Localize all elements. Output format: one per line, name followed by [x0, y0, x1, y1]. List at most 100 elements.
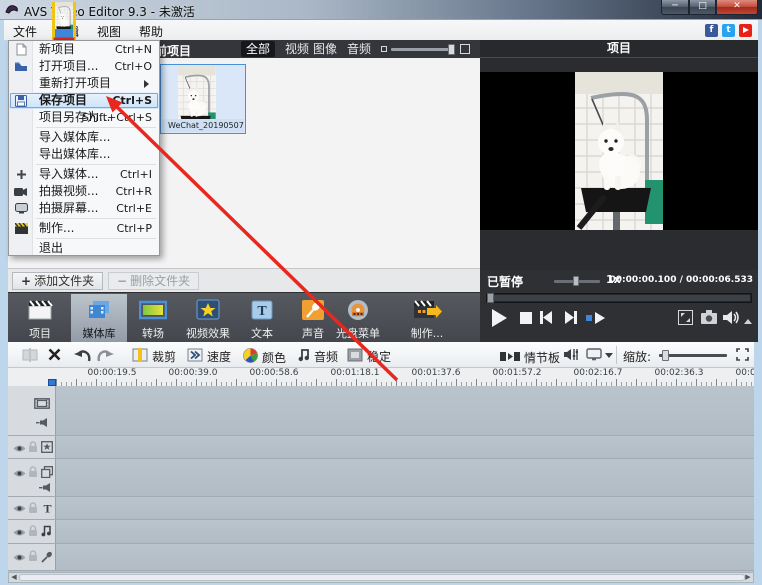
redo-button[interactable] [97, 349, 114, 365]
close-button[interactable]: ✕ [716, 0, 758, 15]
stop-button[interactable] [520, 312, 532, 327]
save-icon [13, 93, 29, 108]
voice-track-lane[interactable] [56, 544, 754, 570]
toolbar-button-text-tool[interactable]: T文本 [234, 294, 290, 342]
toolbar-button-video-effects[interactable]: 视频效果 [180, 294, 236, 342]
speed-slider-handle[interactable] [573, 276, 579, 286]
split-clip-button[interactable] [22, 348, 38, 365]
timeline-zoom-handle[interactable] [662, 350, 669, 361]
menu-item-11[interactable]: 拍摄屏幕...Ctrl+E [9, 200, 159, 217]
twitter-icon[interactable]: t [722, 24, 735, 37]
menu-item-label: 导入媒体库... [39, 129, 110, 146]
menu-item-4[interactable]: 项目另存为...Shift+Ctrl+S [9, 109, 159, 126]
toolbar-button-transitions[interactable]: 转场 [125, 294, 181, 342]
menu-item-3[interactable]: 保存项目Ctrl+S [9, 92, 159, 109]
eye-icon[interactable] [13, 551, 26, 565]
lock-icon[interactable] [28, 502, 38, 517]
snapshot-camera-icon[interactable] [701, 310, 717, 327]
playhead-marker[interactable] [48, 379, 56, 386]
menu-item-0[interactable]: 新项目Ctrl+N [9, 41, 159, 58]
delete-clip-button[interactable] [48, 348, 61, 364]
volume-icon[interactable] [723, 310, 741, 328]
menu-item-9[interactable]: 导入媒体...Ctrl+I [9, 166, 159, 183]
scrollbar-thumb[interactable] [19, 574, 745, 581]
toolbar-button-produce-clapper[interactable]: 制作... [399, 294, 455, 342]
thumb-size-slider[interactable] [391, 48, 455, 51]
undo-button[interactable] [74, 349, 91, 365]
eye-icon[interactable] [13, 526, 26, 540]
menu-3[interactable]: 帮助 [130, 20, 172, 40]
previous-frame-button[interactable] [540, 311, 554, 327]
tool-trim-button[interactable]: 裁剪 [132, 348, 176, 365]
media-thumbnail[interactable]: WeChat_201905071... [160, 64, 246, 134]
facebook-icon[interactable]: f [705, 24, 718, 37]
tool-speed-button[interactable]: 速度 [187, 348, 231, 365]
video-track-lane[interactable] [56, 386, 754, 435]
seek-bar[interactable] [486, 293, 752, 303]
overlay-track-lane[interactable] [56, 459, 754, 496]
menu-item-2[interactable]: 重新打开项目 [9, 75, 159, 92]
menu-item-label: 保存项目 [39, 92, 87, 109]
lock-icon[interactable] [28, 525, 38, 540]
tool-stabilize-button[interactable]: 稳定 [347, 348, 391, 365]
next-frame-button[interactable] [563, 311, 577, 327]
eye-icon[interactable] [13, 502, 26, 516]
seek-handle[interactable] [487, 293, 494, 303]
eye-icon[interactable] [13, 442, 26, 456]
scroll-right-icon[interactable]: ▶ [744, 574, 752, 581]
fullscreen-icon[interactable] [678, 310, 693, 328]
eye-icon[interactable] [13, 467, 26, 481]
toolbar-button-disc-menu[interactable]: 光盘菜单 [330, 294, 386, 342]
monitor-button[interactable] [586, 348, 602, 364]
lock-icon[interactable] [28, 441, 38, 456]
maximize-button[interactable]: □ [689, 0, 716, 15]
library-tab-0[interactable]: 全部 [241, 41, 275, 57]
minimize-button[interactable]: ─ [661, 0, 689, 15]
menu-0[interactable]: 文件 [4, 20, 46, 40]
play-to-cursor-button[interactable] [586, 312, 606, 327]
storyboard-button[interactable]: 情节板 [500, 349, 560, 366]
speaker-mute-icon[interactable] [39, 481, 52, 495]
add-folder-button[interactable]: +添加文件夹 [12, 272, 103, 290]
tool-audio-note-button[interactable]: 音频 [298, 348, 338, 365]
lock-icon[interactable] [28, 466, 38, 481]
text-track-lane[interactable] [56, 497, 754, 519]
library-tab-3[interactable]: 音频 [342, 41, 376, 57]
toolbar-button-label: 光盘菜单 [330, 325, 386, 341]
menu-item-label: 导入媒体... [39, 166, 98, 183]
ruler-label: 00:02:55.8 [735, 368, 754, 378]
menu-item-label: 退出 [39, 240, 63, 257]
tool-color-wheel-button[interactable]: 颜色 [243, 348, 286, 366]
youtube-icon[interactable] [739, 24, 752, 37]
effects-track-lane[interactable] [56, 436, 754, 458]
toolbar-button-project-clapper[interactable]: 项目 [12, 294, 68, 342]
menu-item-15[interactable]: 退出 [9, 240, 159, 257]
audio-mixer-button[interactable] [564, 348, 578, 364]
audio-track-lane[interactable] [56, 520, 754, 543]
library-tab-2[interactable]: 图像 [308, 41, 342, 57]
thumb-size-slider-handle[interactable] [448, 44, 455, 55]
delete-folder-button[interactable]: −删除文件夹 [108, 272, 199, 290]
scroll-left-icon[interactable]: ◀ [10, 574, 18, 581]
menu-item-1[interactable]: 打开项目...Ctrl+O [9, 58, 159, 75]
lock-icon[interactable] [28, 550, 38, 565]
timeline-scrollbar[interactable]: ◀ ▶ [8, 572, 754, 583]
thumb-size-small-icon[interactable] [381, 46, 387, 52]
video-effects-icon [196, 299, 220, 323]
timeline-zoom-slider[interactable] [659, 354, 727, 357]
speaker-mute-icon[interactable] [36, 416, 49, 430]
speed-icon [187, 348, 203, 365]
menu-item-6[interactable]: 导入媒体库... [9, 129, 159, 146]
volume-expand-icon[interactable] [744, 314, 752, 328]
menu-item-7[interactable]: 导出媒体库... [9, 146, 159, 163]
monitor-dropdown-icon[interactable] [605, 353, 613, 362]
toolbar-button-media-library[interactable]: 媒体库 [71, 294, 127, 342]
timeline-ruler[interactable]: 00:00:19.500:00:39.000:00:58.600:01:18.1… [8, 368, 754, 386]
thumb-size-large-icon[interactable] [460, 44, 470, 54]
menu-item-13[interactable]: 制作...Ctrl+P [9, 220, 159, 237]
menu-2[interactable]: 视图 [88, 20, 130, 40]
fit-timeline-icon[interactable] [736, 348, 749, 364]
play-button[interactable] [490, 308, 508, 331]
transitions-icon [139, 300, 167, 323]
menu-item-10[interactable]: 拍摄视频...Ctrl+R [9, 183, 159, 200]
